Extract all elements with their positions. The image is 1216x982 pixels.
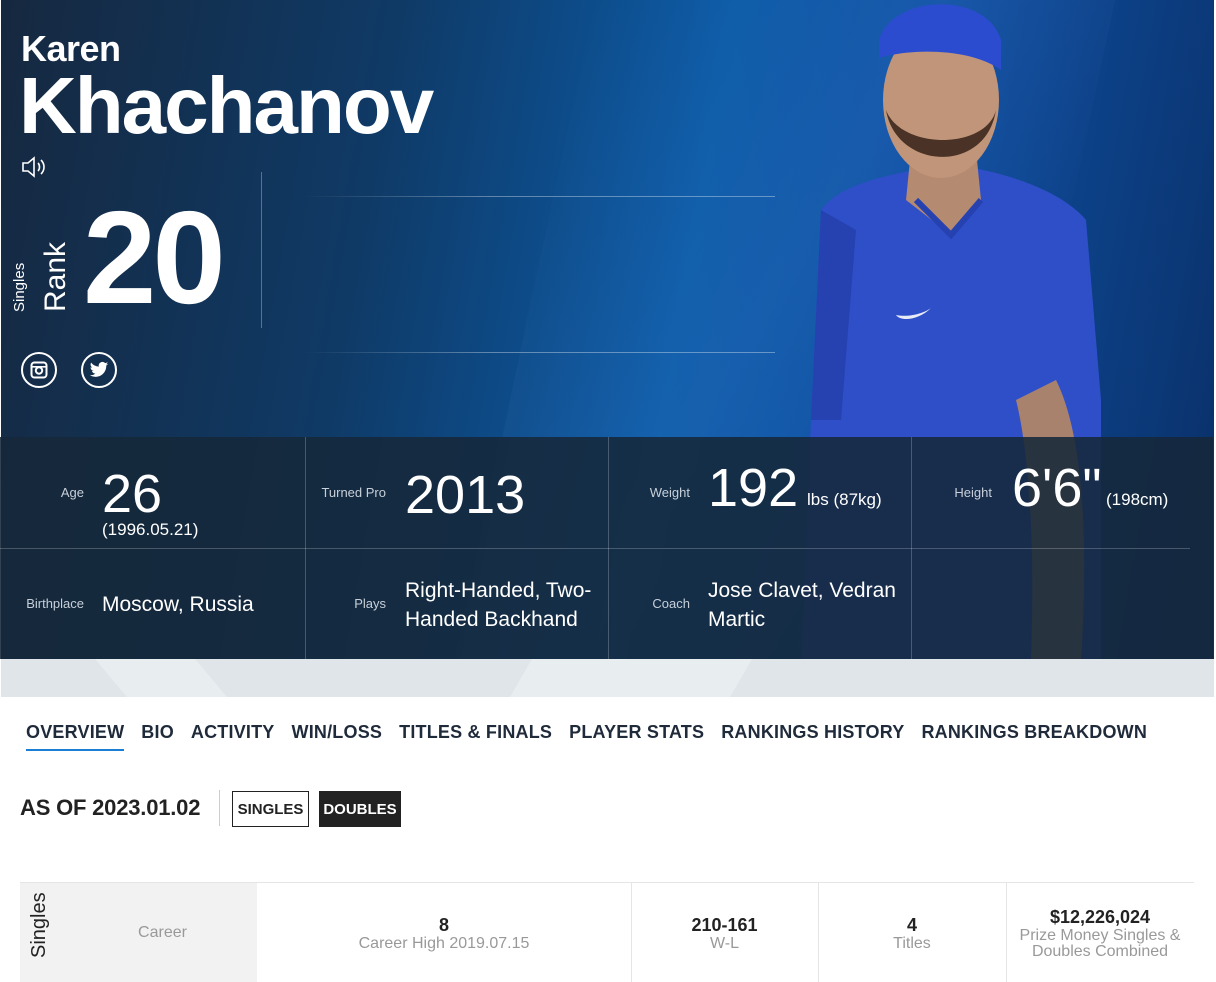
prize-money-cell: $12,226,024 Prize Money Singles & Double… <box>1006 883 1194 982</box>
speaker-icon[interactable] <box>21 155 49 179</box>
divider <box>0 548 1190 549</box>
age-label: Age <box>60 485 84 500</box>
tab-bio[interactable]: BIO <box>141 722 174 751</box>
date-of-birth: (1996.05.21) <box>102 520 199 539</box>
titles-label: Titles <box>893 934 931 952</box>
as-of-date: AS OF 2023.01.02 <box>20 795 201 820</box>
twitter-icon <box>89 361 109 377</box>
player-last-name: Khachanov <box>19 61 434 150</box>
height-label: Height <box>954 485 992 500</box>
career-stats-table: Career 8 Career High 2019.07.15 210-161 … <box>20 882 1194 982</box>
rank-number: 20 <box>83 184 226 331</box>
birthplace-label: Birthplace <box>26 596 84 611</box>
turned-pro-value: 2013 <box>405 465 526 525</box>
coach-label: Coach <box>652 596 690 611</box>
career-label-cell: Career <box>68 883 257 982</box>
divider <box>219 790 220 826</box>
tab-overview[interactable]: OVERVIEW <box>26 722 125 751</box>
singles-row-label: Singles <box>28 892 50 958</box>
win-loss-label: W-L <box>709 934 740 952</box>
coach-value-line2: Martic <box>708 608 766 631</box>
rank-type-label: Singles <box>11 262 28 312</box>
instagram-icon <box>30 361 48 379</box>
tab-activity[interactable]: ACTIVITY <box>191 722 275 751</box>
weight-label: Weight <box>649 485 690 500</box>
career-high-label: Career High 2019.07.15 <box>358 934 530 952</box>
tab-win-loss[interactable]: WIN/LOSS <box>292 722 383 751</box>
weight-value: 192 <box>708 458 799 518</box>
win-loss-cell: 210-161 W-L <box>631 883 818 982</box>
twitter-link[interactable] <box>81 352 117 388</box>
height-value: 6'6" <box>1012 458 1102 518</box>
singles-toggle-button[interactable]: SINGLES <box>232 791 309 827</box>
rank-label: Rank <box>39 241 72 312</box>
titles-value: 4 <box>906 914 917 935</box>
height-metric: (198cm) <box>1106 490 1169 509</box>
win-loss-value: 210-161 <box>691 914 758 935</box>
tab-titles-finals[interactable]: TITLES & FINALS <box>399 722 552 751</box>
hero-bottom-band <box>1 659 1214 697</box>
birthplace-value: Moscow, Russia <box>102 593 254 616</box>
plays-value-line1: Right-Handed, Two- <box>405 579 592 602</box>
plays-value-line2: Handed Backhand <box>405 608 578 631</box>
divider <box>261 172 262 328</box>
tab-rankings-breakdown[interactable]: RANKINGS BREAKDOWN <box>921 722 1147 751</box>
plays-label: Plays <box>354 596 386 611</box>
player-tabs: OVERVIEW BIO ACTIVITY WIN/LOSS TITLES & … <box>26 722 1164 751</box>
career-high-cell: 8 Career High 2019.07.15 <box>257 883 631 982</box>
divider <box>303 352 775 353</box>
weight-unit: lbs (87kg) <box>807 490 882 509</box>
prize-money-value: $12,226,024 <box>1049 906 1151 927</box>
instagram-link[interactable] <box>21 352 57 388</box>
doubles-toggle-button[interactable]: DOUBLES <box>319 791 401 827</box>
prize-money-label-line1: Prize Money Singles & <box>1019 926 1181 944</box>
titles-cell: 4 Titles <box>818 883 1006 982</box>
career-high-value: 8 <box>438 914 449 935</box>
turned-pro-label: Turned Pro <box>321 485 386 500</box>
career-label: Career <box>138 924 187 941</box>
divider <box>303 196 775 197</box>
tab-rankings-history[interactable]: RANKINGS HISTORY <box>721 722 904 751</box>
prize-money-label-line2: Doubles Combined <box>1031 942 1169 960</box>
coach-value-line1: Jose Clavet, Vedran <box>708 579 896 602</box>
age-value: 26 <box>102 464 163 524</box>
tab-player-stats[interactable]: PLAYER STATS <box>569 722 704 751</box>
